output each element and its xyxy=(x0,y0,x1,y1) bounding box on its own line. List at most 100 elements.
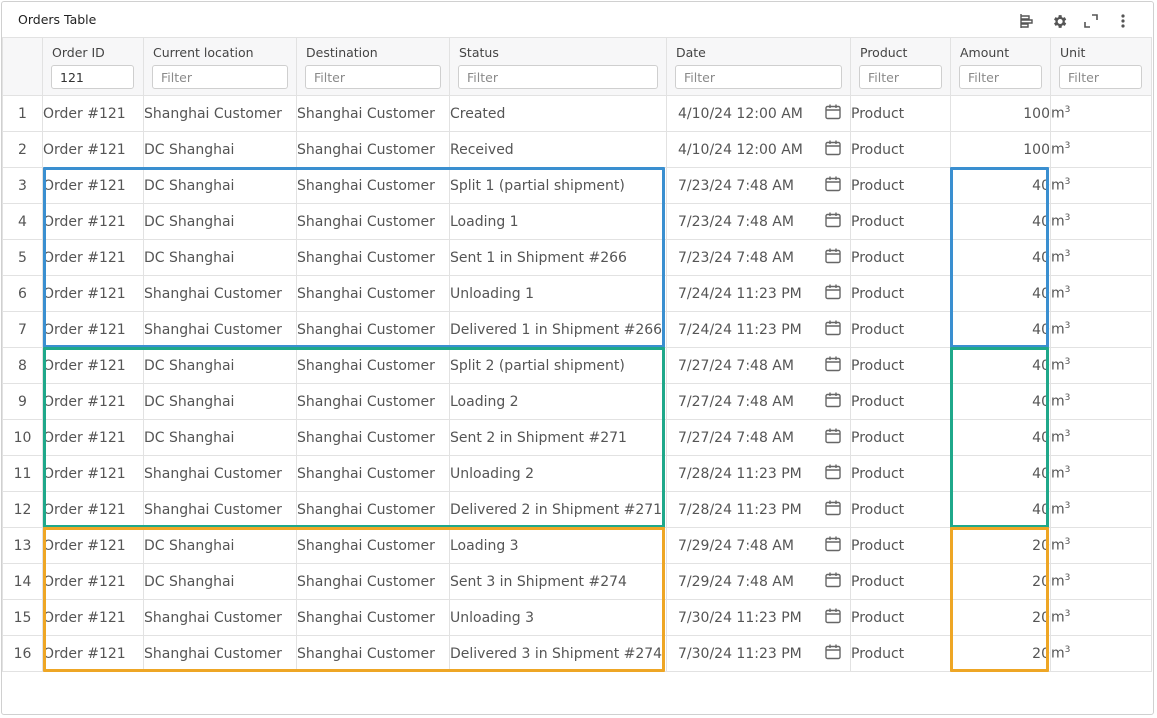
current-location-filter[interactable] xyxy=(152,65,288,89)
destination-cell[interactable]: Shanghai Customer xyxy=(296,599,450,636)
col-status[interactable]: Status xyxy=(449,37,667,96)
product-cell[interactable]: Product xyxy=(850,635,951,672)
unit-cell[interactable]: m3 xyxy=(1050,491,1152,528)
table-row[interactable]: 3 Order #121 DC Shanghai Shanghai Customer S… xyxy=(2,167,1152,204)
expand-icon[interactable] xyxy=(1075,10,1107,32)
product-cell[interactable]: Product xyxy=(850,455,951,492)
amount-cell[interactable]: 40 xyxy=(950,311,1051,348)
calendar-icon[interactable] xyxy=(824,319,842,341)
current-location-cell[interactable]: Shanghai Customer xyxy=(143,455,297,492)
order-id-cell[interactable]: Order #121 xyxy=(42,167,144,204)
calendar-icon[interactable] xyxy=(824,391,842,413)
table-row[interactable]: 13 Order #121 DC Shanghai Shanghai Customer… xyxy=(2,527,1152,564)
date-cell[interactable]: 7/30/24 11:23 PM xyxy=(666,599,851,636)
table-row[interactable]: 12 Order #121 Shanghai Customer Shanghai Cu… xyxy=(2,491,1152,528)
calendar-icon[interactable] xyxy=(824,139,842,161)
status-cell[interactable]: Received xyxy=(449,131,667,168)
date-cell[interactable]: 4/10/24 12:00 AM xyxy=(666,131,851,168)
current-location-cell[interactable]: Shanghai Customer xyxy=(143,635,297,672)
calendar-icon[interactable] xyxy=(824,175,842,197)
unit-cell[interactable]: m3 xyxy=(1050,563,1152,600)
unit-cell[interactable]: m3 xyxy=(1050,275,1152,312)
destination-cell[interactable]: Shanghai Customer xyxy=(296,563,450,600)
product-cell[interactable]: Product xyxy=(850,599,951,636)
order-id-cell[interactable]: Order #121 xyxy=(42,599,144,636)
col-unit[interactable]: Unit xyxy=(1050,37,1152,96)
col-date[interactable]: Date xyxy=(666,37,851,96)
table-row[interactable]: 2 Order #121 DC Shanghai Shanghai Customer R… xyxy=(2,131,1152,168)
amount-cell[interactable]: 40 xyxy=(950,347,1051,384)
current-location-cell[interactable]: DC Shanghai xyxy=(143,239,297,276)
table-row[interactable]: 8 Order #121 DC Shanghai Shanghai Customer S… xyxy=(2,347,1152,384)
order-id-cell[interactable]: Order #121 xyxy=(42,347,144,384)
date-cell[interactable]: 7/29/24 7:48 AM xyxy=(666,527,851,564)
date-cell[interactable]: 7/27/24 7:48 AM xyxy=(666,419,851,456)
destination-cell[interactable]: Shanghai Customer xyxy=(296,455,450,492)
amount-cell[interactable]: 100 xyxy=(950,131,1051,168)
date-cell[interactable]: 7/23/24 7:48 AM xyxy=(666,167,851,204)
table-row[interactable]: 5 Order #121 DC Shanghai Shanghai Customer S… xyxy=(2,239,1152,276)
product-cell[interactable]: Product xyxy=(850,311,951,348)
col-amount[interactable]: Amount xyxy=(950,37,1051,96)
order-id-cell[interactable]: Order #121 xyxy=(42,203,144,240)
status-cell[interactable]: Loading 3 xyxy=(449,527,667,564)
current-location-cell[interactable]: DC Shanghai xyxy=(143,563,297,600)
status-cell[interactable]: Sent 2 in Shipment #271 xyxy=(449,419,667,456)
current-location-cell[interactable]: DC Shanghai xyxy=(143,383,297,420)
current-location-cell[interactable]: DC Shanghai xyxy=(143,203,297,240)
product-cell[interactable]: Product xyxy=(850,563,951,600)
amount-cell[interactable]: 20 xyxy=(950,563,1051,600)
date-cell[interactable]: 7/27/24 7:48 AM xyxy=(666,383,851,420)
destination-cell[interactable]: Shanghai Customer xyxy=(296,203,450,240)
col-current-location[interactable]: Current location xyxy=(143,37,297,96)
date-cell[interactable]: 7/23/24 7:48 AM xyxy=(666,203,851,240)
calendar-icon[interactable] xyxy=(824,211,842,233)
unit-filter[interactable] xyxy=(1059,65,1142,89)
product-filter[interactable] xyxy=(859,65,942,89)
amount-cell[interactable]: 40 xyxy=(950,239,1051,276)
amount-cell[interactable]: 40 xyxy=(950,455,1051,492)
destination-cell[interactable]: Shanghai Customer xyxy=(296,167,450,204)
unit-cell[interactable]: m3 xyxy=(1050,455,1152,492)
col-order-id[interactable]: Order ID xyxy=(42,37,144,96)
table-row[interactable]: 14 Order #121 DC Shanghai Shanghai Customer… xyxy=(2,563,1152,600)
calendar-icon[interactable] xyxy=(824,643,842,665)
calendar-icon[interactable] xyxy=(824,535,842,557)
calendar-icon[interactable] xyxy=(824,607,842,629)
product-cell[interactable]: Product xyxy=(850,203,951,240)
current-location-cell[interactable]: Shanghai Customer xyxy=(143,95,297,132)
table-row[interactable]: 11 Order #121 Shanghai Customer Shanghai Cu… xyxy=(2,455,1152,492)
date-filter[interactable] xyxy=(675,65,842,89)
unit-cell[interactable]: m3 xyxy=(1050,347,1152,384)
destination-cell[interactable]: Shanghai Customer xyxy=(296,95,450,132)
current-location-cell[interactable]: Shanghai Customer xyxy=(143,491,297,528)
date-cell[interactable]: 7/28/24 11:23 PM xyxy=(666,455,851,492)
status-cell[interactable]: Delivered 3 in Shipment #274 xyxy=(449,635,667,672)
calendar-icon[interactable] xyxy=(824,355,842,377)
order-id-cell[interactable]: Order #121 xyxy=(42,635,144,672)
unit-cell[interactable]: m3 xyxy=(1050,167,1152,204)
status-cell[interactable]: Split 1 (partial shipment) xyxy=(449,167,667,204)
status-filter[interactable] xyxy=(458,65,658,89)
calendar-icon[interactable] xyxy=(824,427,842,449)
status-cell[interactable]: Loading 2 xyxy=(449,383,667,420)
product-cell[interactable]: Product xyxy=(850,239,951,276)
table-row[interactable]: 10 Order #121 DC Shanghai Shanghai Customer… xyxy=(2,419,1152,456)
current-location-cell[interactable]: DC Shanghai xyxy=(143,527,297,564)
amount-cell[interactable]: 20 xyxy=(950,527,1051,564)
settings-gear-icon[interactable] xyxy=(1043,10,1075,32)
table-row[interactable]: 4 Order #121 DC Shanghai Shanghai Customer L… xyxy=(2,203,1152,240)
order-id-cell[interactable]: Order #121 xyxy=(42,311,144,348)
order-id-cell[interactable]: Order #121 xyxy=(42,383,144,420)
destination-filter[interactable] xyxy=(305,65,441,89)
col-product[interactable]: Product xyxy=(850,37,951,96)
unit-cell[interactable]: m3 xyxy=(1050,239,1152,276)
unit-cell[interactable]: m3 xyxy=(1050,635,1152,672)
destination-cell[interactable]: Shanghai Customer xyxy=(296,275,450,312)
amount-cell[interactable]: 20 xyxy=(950,635,1051,672)
product-cell[interactable]: Product xyxy=(850,95,951,132)
column-chooser-icon[interactable] xyxy=(1011,10,1043,32)
amount-cell[interactable]: 40 xyxy=(950,491,1051,528)
order-id-cell[interactable]: Order #121 xyxy=(42,131,144,168)
table-row[interactable]: 16 Order #121 Shanghai Customer Shanghai Cu… xyxy=(2,635,1152,672)
